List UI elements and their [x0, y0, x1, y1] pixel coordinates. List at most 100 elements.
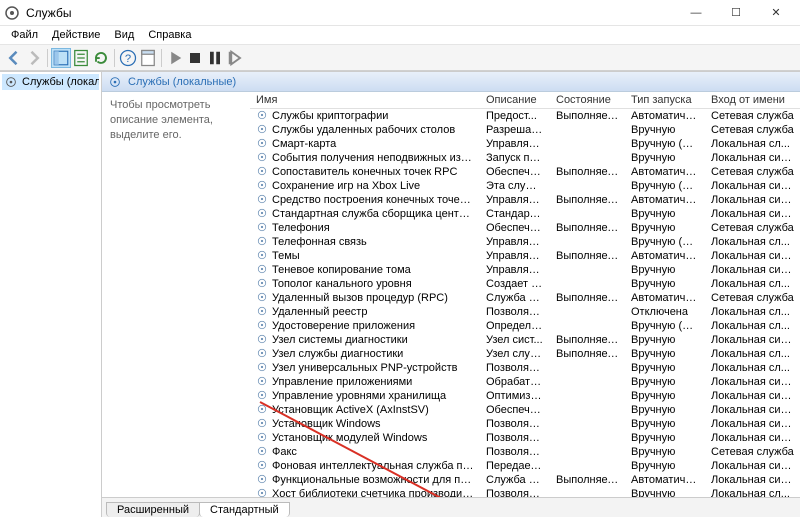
table-row[interactable]: Смарт-картаУправляет...Вручную (ак...Лок… [250, 137, 800, 151]
cell-status [550, 263, 625, 277]
service-icon [256, 249, 268, 261]
cell-desc: Позволяет... [480, 445, 550, 459]
pause-icon[interactable] [205, 48, 225, 68]
table-row[interactable]: Фоновая интеллектуальная служба передачи… [250, 459, 800, 473]
cell-desc: Позволяет... [480, 431, 550, 445]
cell-logon: Сетевая служба [705, 165, 800, 179]
cell-name: Удостоверение приложения [250, 319, 480, 333]
table-row[interactable]: Удаленный вызов процедур (RPC)Служба R..… [250, 291, 800, 305]
show-hide-tree-icon[interactable] [51, 48, 71, 68]
minimize-button[interactable]: — [676, 3, 716, 23]
service-icon [256, 459, 268, 471]
service-icon [256, 207, 268, 219]
menu-view[interactable]: Вид [107, 28, 141, 42]
table-row[interactable]: События получения неподвижных изображени… [250, 151, 800, 165]
col-desc[interactable]: Описание [480, 92, 550, 109]
col-logon[interactable]: Вход от имени [705, 92, 800, 109]
table-row[interactable]: Управление уровнями хранилищаОптимизи...… [250, 389, 800, 403]
cell-startup: Автоматиче... [625, 249, 705, 263]
cell-status [550, 417, 625, 431]
cell-status [550, 235, 625, 249]
cell-status [550, 123, 625, 137]
cell-logon: Сетевая служба [705, 221, 800, 235]
refresh-icon[interactable] [91, 48, 111, 68]
col-status[interactable]: Состояние [550, 92, 625, 109]
service-icon [256, 333, 268, 345]
table-row[interactable]: Сопоставитель конечных точек RPCОбеспечи… [250, 165, 800, 179]
service-icon [256, 123, 268, 135]
table-row[interactable]: Узел системы диагностикиУзел сист...Выпо… [250, 333, 800, 347]
tree-item-services[interactable]: Службы (локал... [2, 74, 99, 90]
back-icon[interactable] [4, 48, 24, 68]
cell-name: События получения неподвижных изображени… [250, 151, 480, 165]
table-row[interactable]: Узел универсальных PNP-устройствПозволяе… [250, 361, 800, 375]
cell-startup: Отключена [625, 305, 705, 319]
table-row[interactable]: Тополог канального уровняСоздает ка...Вр… [250, 277, 800, 291]
table-row[interactable]: Управление приложениямиОбрабатыв...Вручн… [250, 375, 800, 389]
cell-startup: Вручную [625, 151, 705, 165]
cell-logon: Локальная сис... [705, 417, 800, 431]
close-button[interactable]: ✕ [756, 3, 796, 23]
table-row[interactable]: Сохранение игр на Xbox LiveЭта служб...В… [250, 179, 800, 193]
table-row[interactable]: Хост библиотеки счетчика производительно… [250, 487, 800, 498]
table-row[interactable]: Функциональные возможности для подключен… [250, 473, 800, 487]
table-row[interactable]: Узел службы диагностикиУзел служ...Выпол… [250, 347, 800, 361]
table-row[interactable]: Телефонная связьУправляет...Вручную (ак.… [250, 235, 800, 249]
cell-desc: Позволяет... [480, 305, 550, 319]
menu-action[interactable]: Действие [45, 28, 107, 42]
table-row[interactable]: Удостоверение приложенияОпределя...Вручн… [250, 319, 800, 333]
menu-help[interactable]: Справка [141, 28, 198, 42]
cell-startup: Вручную (ак... [625, 179, 705, 193]
cell-logon: Локальная сл... [705, 137, 800, 151]
toolbar-separator [114, 49, 115, 67]
table-row[interactable]: Службы удаленных рабочих столовРазрешает… [250, 123, 800, 137]
tab-extended[interactable]: Расширенный [106, 502, 200, 517]
cell-name: Удаленный вызов процедур (RPC) [250, 291, 480, 305]
export-list-icon[interactable] [71, 48, 91, 68]
tab-standard[interactable]: Стандартный [199, 502, 290, 517]
table-row[interactable]: Удаленный реестрПозволяет...ОтключенаЛок… [250, 305, 800, 319]
service-icon [256, 263, 268, 275]
services-list[interactable]: Имя Описание Состояние Тип запуска Вход … [250, 92, 800, 497]
forward-icon[interactable] [24, 48, 44, 68]
cell-status: Выполняется [550, 249, 625, 263]
cell-status: Выполняется [550, 165, 625, 179]
table-row[interactable]: Установщик модулей WindowsПозволяет...Вр… [250, 431, 800, 445]
help-icon[interactable]: ? [118, 48, 138, 68]
menu-file[interactable]: Файл [4, 28, 45, 42]
table-row[interactable]: Стандартная служба сборщика центра диагн… [250, 207, 800, 221]
col-startup[interactable]: Тип запуска [625, 92, 705, 109]
cell-logon: Локальная сис... [705, 375, 800, 389]
cell-startup: Вручную [625, 221, 705, 235]
cell-name: Тополог канального уровня [250, 277, 480, 291]
table-row[interactable]: ФаксПозволяет...ВручнуюСетевая служба [250, 445, 800, 459]
service-icon [256, 305, 268, 317]
maximize-button[interactable]: ☐ [716, 3, 756, 23]
table-row[interactable]: Установщик WindowsПозволяет...ВручнуюЛок… [250, 417, 800, 431]
cell-startup: Вручную [625, 361, 705, 375]
table-row[interactable]: Службы криптографииПредост...Выполняется… [250, 109, 800, 123]
properties-icon[interactable] [138, 48, 158, 68]
cell-logon: Локальная сис... [705, 151, 800, 165]
cell-desc: Запуск пр... [480, 151, 550, 165]
service-icon [256, 487, 268, 497]
cell-logon: Локальная сл... [705, 305, 800, 319]
cell-name: Хост библиотеки счетчика производительно… [250, 487, 480, 498]
col-name[interactable]: Имя [250, 92, 480, 109]
table-row[interactable]: Теневое копирование томаУправляет...Вруч… [250, 263, 800, 277]
content-body: Чтобы просмотреть описание элемента, выд… [102, 92, 800, 497]
cell-status [550, 389, 625, 403]
table-row[interactable]: Средство построения конечных точек Windo… [250, 193, 800, 207]
play-icon[interactable] [165, 48, 185, 68]
cell-name: Узел системы диагностики [250, 333, 480, 347]
cell-status [550, 361, 625, 375]
cell-logon: Локальная сис... [705, 459, 800, 473]
service-icon [256, 291, 268, 303]
restart-icon[interactable] [225, 48, 245, 68]
table-row[interactable]: Установщик ActiveX (AxInstSV)Обеспечи...… [250, 403, 800, 417]
tree-item-label: Службы (локал... [22, 76, 99, 88]
content-title: Службы (локальные) [128, 76, 236, 88]
stop-icon[interactable] [185, 48, 205, 68]
table-row[interactable]: ТемыУправляет...ВыполняетсяАвтоматиче...… [250, 249, 800, 263]
table-row[interactable]: ТелефонияОбеспечи...ВыполняетсяВручнуюСе… [250, 221, 800, 235]
